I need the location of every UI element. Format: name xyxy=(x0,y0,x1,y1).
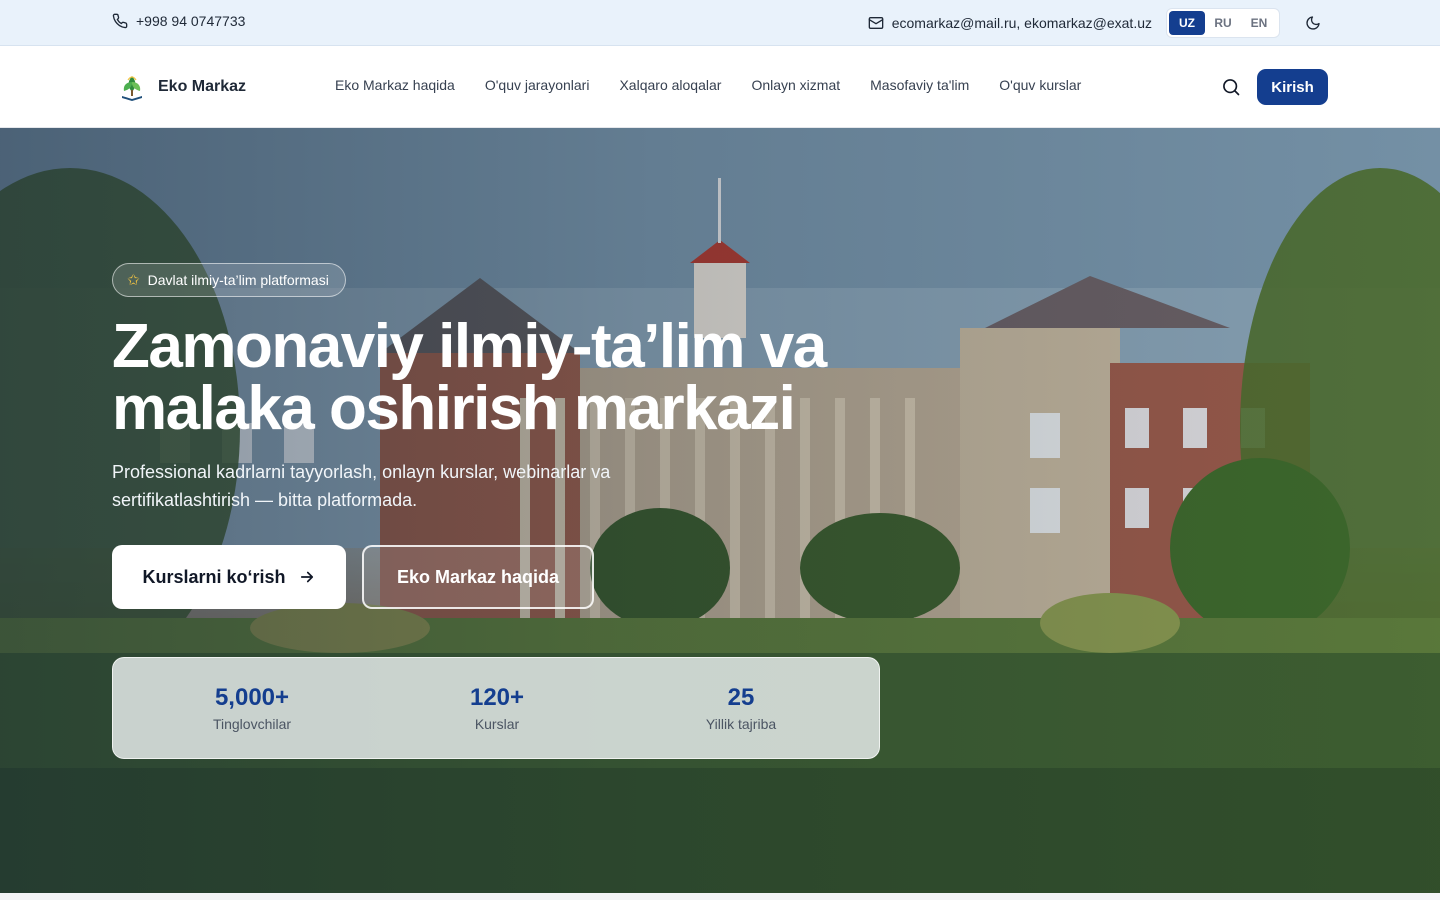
brand-link[interactable]: Eko Markaz xyxy=(118,72,246,102)
about-button[interactable]: Eko Markaz haqida xyxy=(362,545,594,609)
arrow-right-icon xyxy=(300,571,313,583)
lang-ru-button[interactable]: RU xyxy=(1205,11,1241,35)
stat-label: Kurslar xyxy=(474,716,520,732)
view-courses-label: Kurslarni koʻrish xyxy=(142,566,286,587)
main-navbar: Eko Markaz Eko Markaz haqida O'quv jaray… xyxy=(0,46,1440,128)
moon-icon xyxy=(1306,16,1320,30)
email-address[interactable]: ecomarkaz@mail.ru, ekomarkaz@exat.uz xyxy=(892,15,1152,31)
theme-toggle-button[interactable] xyxy=(1298,8,1328,38)
lang-en-button[interactable]: EN xyxy=(1241,11,1277,35)
stat-courses: 120+ Kurslar xyxy=(397,684,597,732)
nav-item-about[interactable]: Eko Markaz haqida xyxy=(335,77,455,93)
nav-item-study-process[interactable]: O'quv jarayonlari xyxy=(485,77,590,93)
stat-listeners: 5,000+ Tinglovchilar xyxy=(152,684,352,732)
brand-name: Eko Markaz xyxy=(158,78,247,95)
stats-panel: 5,000+ Tinglovchilar 120+ Kurslar 25 Yil… xyxy=(112,657,880,759)
lang-uz-button[interactable]: UZ xyxy=(1169,11,1205,35)
email-contact[interactable]: ecomarkaz@mail.ru, ekomarkaz@exat.uz xyxy=(868,15,1152,31)
top-info-bar: +998 94 0747733 ecomarkaz@mail.ru, ekoma… xyxy=(0,0,1440,46)
logo-icon xyxy=(122,76,142,101)
language-switcher: UZ RU EN xyxy=(1166,8,1280,38)
login-button[interactable]: Kirish xyxy=(1257,69,1328,105)
mail-icon xyxy=(868,17,884,29)
nav-item-online-service[interactable]: Onlayn xizmat xyxy=(751,77,840,93)
hero-bottom-edge xyxy=(0,893,1440,900)
hero-section: ✩ Davlat ilmiy-ta’lim platformasi Zamona… xyxy=(0,128,1440,893)
view-courses-button[interactable]: Kurslarni koʻrish xyxy=(112,545,346,609)
stat-value: 25 xyxy=(727,684,755,711)
star-icon: ✩ xyxy=(127,272,140,289)
nav-item-distance-learning[interactable]: Masofaviy ta'lim xyxy=(870,77,969,93)
hero-badge: ✩ Davlat ilmiy-ta’lim platformasi xyxy=(112,263,346,297)
phone-icon xyxy=(112,13,128,29)
main-menu: Eko Markaz haqida O'quv jarayonlari Xalq… xyxy=(335,77,1081,93)
search-icon xyxy=(1223,79,1240,96)
hero-subtitle: Professional kadrlarni tayyorlash, onlay… xyxy=(112,462,611,510)
nav-item-international-relations[interactable]: Xalqaro aloqalar xyxy=(619,77,721,93)
stat-label: Tinglovchilar xyxy=(212,716,292,732)
hero-title: Zamonaviy ilmiy-ta’lim va malaka oshiris… xyxy=(112,312,827,443)
search-button[interactable] xyxy=(1219,75,1243,99)
stat-experience: 25 Yillik tajriba xyxy=(641,684,841,732)
phone-number[interactable]: +998 94 0747733 xyxy=(136,13,245,29)
phone-contact[interactable]: +998 94 0747733 xyxy=(112,13,245,29)
stat-label: Yillik tajriba xyxy=(705,716,777,732)
nav-item-courses[interactable]: O'quv kurslar xyxy=(999,77,1081,93)
hero-badge-text: Davlat ilmiy-ta’lim platformasi xyxy=(147,272,329,288)
stat-value: 120+ xyxy=(469,684,525,711)
stat-value: 5,000+ xyxy=(214,684,290,711)
